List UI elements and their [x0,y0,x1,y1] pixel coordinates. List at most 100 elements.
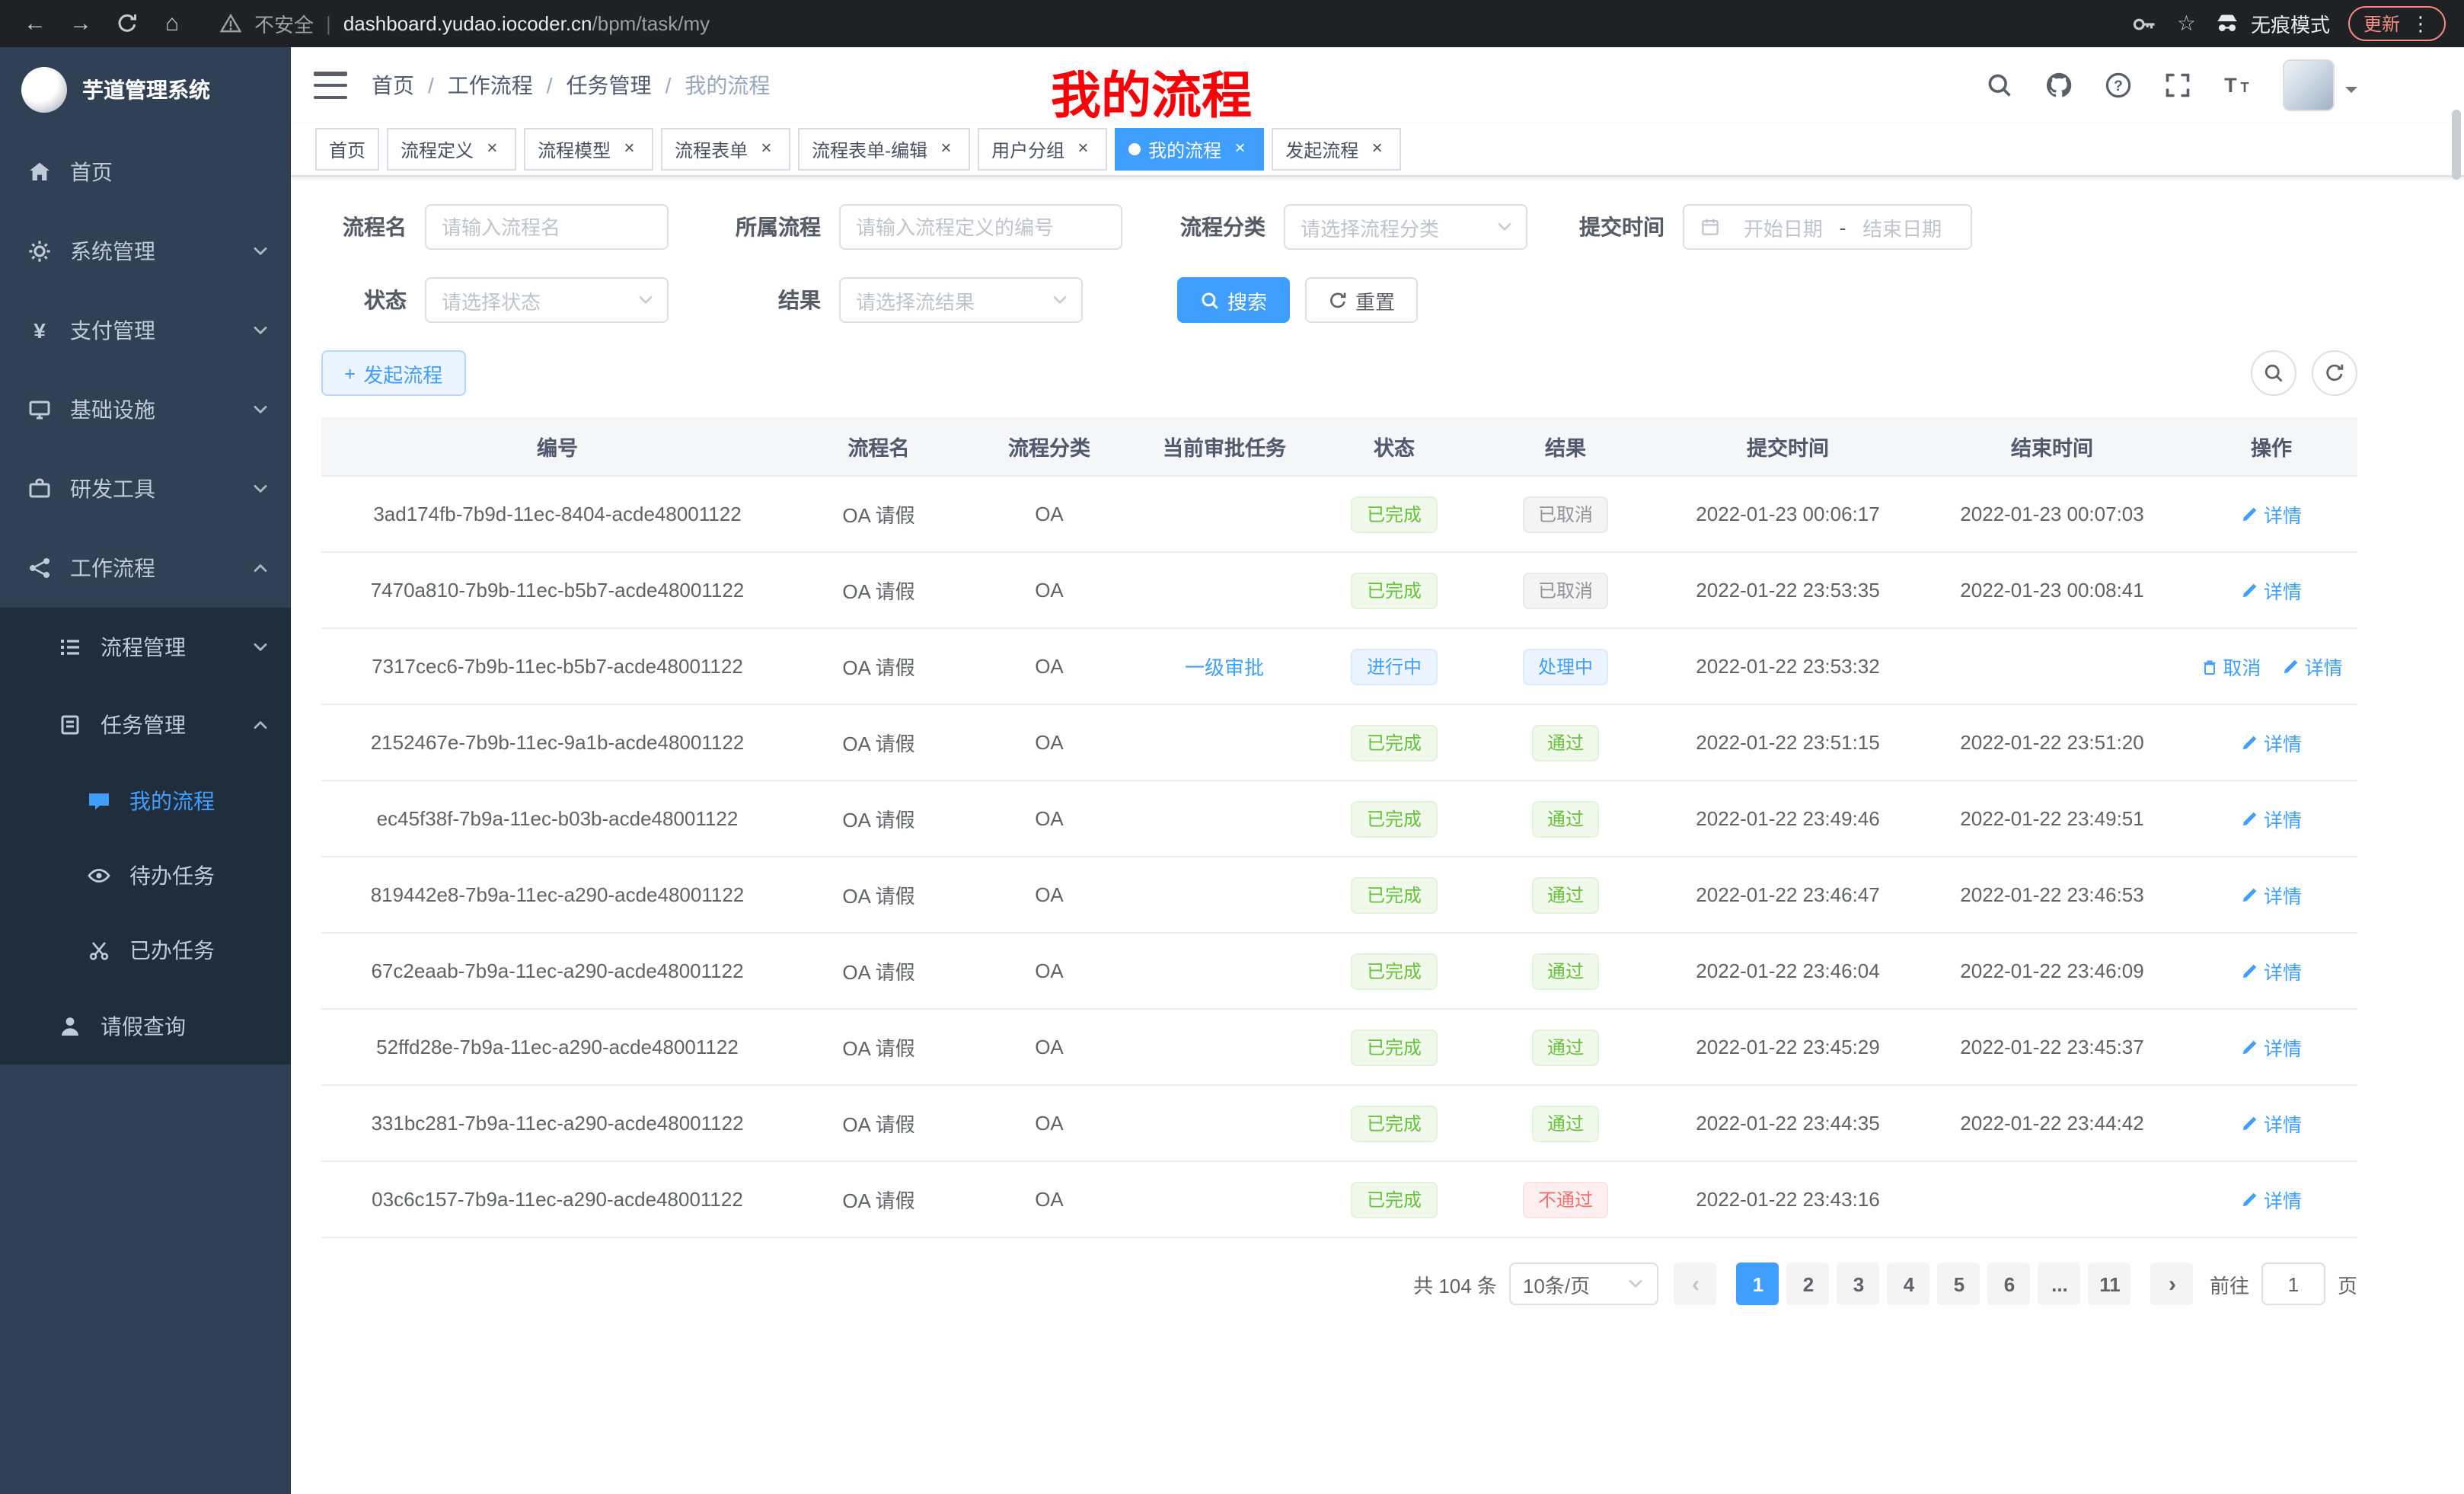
close-icon[interactable]: × [755,139,777,160]
browser-menu-icon[interactable]: ⋮ [2411,11,2430,36]
key-icon[interactable] [2131,10,2159,37]
breadcrumb-item[interactable]: 我的流程 [685,70,770,101]
edit-icon [2241,1038,2259,1056]
goto-page-input[interactable] [2261,1263,2325,1305]
cell-submit-time: 2022-01-22 23:53:35 [1657,552,1919,628]
sidebar-item-devtools[interactable]: 研发工具 [0,449,291,528]
bookmark-star-icon[interactable]: ☆ [2177,11,2196,37]
detail-link[interactable]: 详情 [2241,804,2302,833]
address-bar[interactable]: 不安全 | dashboard.yudao.iocoder.cn/bpm/tas… [198,9,2125,38]
forward-icon[interactable]: → [61,4,101,43]
page-button[interactable]: 1 [1737,1263,1779,1305]
process-def-input[interactable] [839,204,1122,250]
detail-link[interactable]: 详情 [2241,500,2302,528]
sidebar-item-workflow[interactable]: 工作流程 [0,528,291,608]
view-tab[interactable]: 我的流程 × [1115,128,1264,171]
search-toggle-button[interactable] [2251,350,2296,396]
status-select[interactable]: 请选择状态 [425,277,669,323]
page-button[interactable]: ... [2038,1263,2081,1305]
detail-link[interactable]: 详情 [2282,652,2343,681]
sidebar-item-home[interactable]: 首页 [0,132,291,212]
github-icon[interactable] [2045,72,2073,99]
view-tab[interactable]: 发起流程 × [1272,128,1401,171]
breadcrumb-item[interactable]: 任务管理 [567,70,652,101]
close-icon[interactable]: × [481,139,503,160]
update-button[interactable]: 更新 ⋮ [2348,6,2446,41]
close-icon[interactable]: × [1072,139,1093,160]
app-logo[interactable]: 芋道管理系统 [0,47,291,132]
view-tab[interactable]: 流程定义 × [387,128,516,171]
filter-category-label: 流程分类 [1165,212,1266,242]
create-process-button[interactable]: + 发起流程 [321,350,465,396]
page-button[interactable]: 11 [2089,1263,2131,1305]
breadcrumb-item[interactable]: 工作流程 [448,70,533,101]
detail-link[interactable]: 详情 [2241,956,2302,985]
close-icon[interactable]: × [618,139,640,160]
category-select[interactable]: 请选择流程分类 [1284,204,1527,250]
sidebar-item-task-mgmt[interactable]: 任务管理 [0,685,291,763]
sidebar-item-my-process[interactable]: 我的流程 [0,763,291,838]
prev-page-button[interactable]: ‹ [1674,1263,1717,1305]
submit-time-range[interactable]: 开始日期 - 结束日期 [1683,204,1972,250]
hamburger-icon[interactable] [314,72,347,99]
close-icon[interactable]: × [1366,139,1387,160]
view-tab[interactable]: 用户分组 × [978,128,1107,171]
result-tag: 通过 [1532,724,1599,761]
back-icon[interactable]: ← [15,4,55,43]
font-size-icon[interactable]: TT [2223,72,2251,99]
detail-link[interactable]: 详情 [2241,1033,2302,1061]
workflow-submenu: 流程管理 任务管理 我的流程 待办任务 已办 [0,608,291,1065]
sidebar-item-payment[interactable]: ¥ 支付管理 [0,291,291,370]
goto-suffix: 页 [2338,1269,2357,1298]
cell-ops: 详情 [2185,476,2357,552]
detail-link[interactable]: 详情 [2241,1185,2302,1214]
cell-end-time [1919,1161,2185,1237]
detail-link[interactable]: 详情 [2241,728,2302,757]
detail-link[interactable]: 详情 [2241,1109,2302,1138]
view-tab[interactable]: 流程模型 × [524,128,653,171]
next-page-button[interactable]: › [2151,1263,2194,1305]
page-size-select[interactable]: 10条/页 [1509,1263,1658,1305]
home-icon[interactable]: ⌂ [152,4,192,43]
logo-image [21,67,67,113]
process-name-input[interactable] [425,204,669,250]
scrollbar[interactable] [2452,110,2461,180]
search-button[interactable]: 搜索 [1177,277,1290,323]
page-button[interactable]: 4 [1888,1263,1930,1305]
avatar[interactable] [2283,59,2335,111]
sidebar-item-system[interactable]: 系统管理 [0,212,291,291]
breadcrumb-item[interactable]: 首页 [372,70,414,101]
close-icon[interactable]: × [935,139,956,160]
close-icon[interactable]: × [1229,139,1250,160]
reload-icon[interactable] [107,4,146,43]
sidebar-item-todo-tasks[interactable]: 待办任务 [0,838,291,912]
page-button[interactable]: 5 [1938,1263,1980,1305]
result-select[interactable]: 请选择流结果 [839,277,1083,323]
result-tag: 不通过 [1523,1181,1608,1218]
page-button[interactable]: 3 [1837,1263,1880,1305]
cell-submit-time: 2022-01-22 23:49:46 [1657,781,1919,857]
detail-link[interactable]: 详情 [2241,880,2302,909]
sidebar-item-done-tasks[interactable]: 已办任务 [0,912,291,987]
sidebar-item-leave-query[interactable]: 请假查询 [0,987,291,1065]
view-tab[interactable]: 首页 [315,128,379,171]
cancel-link[interactable]: 取消 [2200,652,2261,681]
view-tab[interactable]: 流程表单-编辑 × [798,128,970,171]
detail-link[interactable]: 详情 [2241,576,2302,605]
page-url: dashboard.yudao.iocoder.cn/bpm/task/my [343,12,710,35]
sidebar-item-process-mgmt[interactable]: 流程管理 [0,608,291,685]
sidebar-item-infra[interactable]: 基础设施 [0,370,291,449]
cell-submit-time: 2022-01-22 23:51:15 [1657,704,1919,781]
user-menu[interactable] [2283,59,2357,111]
task-link[interactable]: 一级审批 [1185,656,1264,679]
svg-text:T: T [2241,80,2249,95]
reset-button[interactable]: 重置 [1305,277,1418,323]
page-button[interactable]: 6 [1988,1263,2031,1305]
refresh-table-button[interactable] [2312,350,2357,396]
fullscreen-icon[interactable] [2164,72,2191,99]
help-icon[interactable]: ? [2105,72,2132,99]
search-icon[interactable] [1986,72,2013,99]
view-tab[interactable]: 流程表单 × [661,128,790,171]
breadcrumb-separator: / [547,73,553,97]
page-button[interactable]: 2 [1787,1263,1830,1305]
